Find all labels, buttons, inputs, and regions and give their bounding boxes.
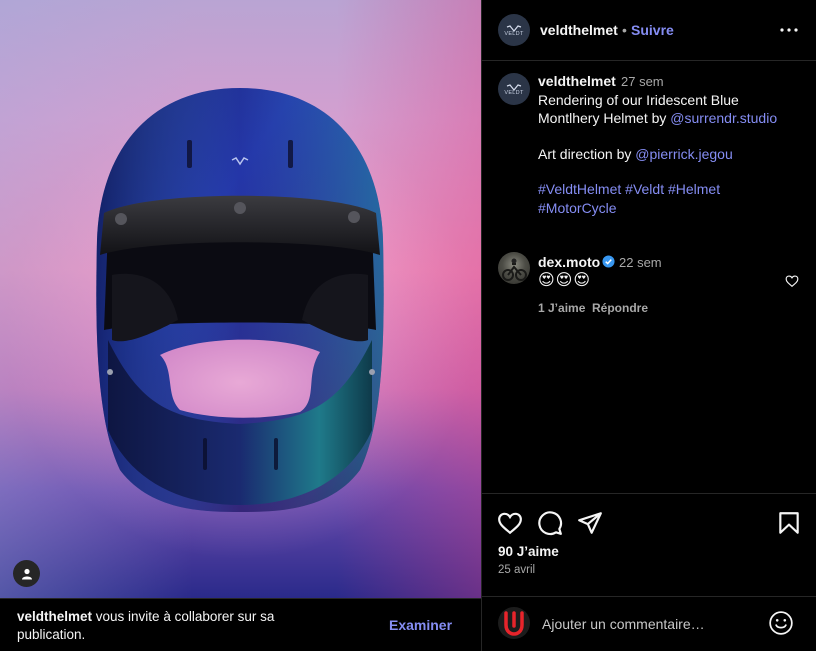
- author-username[interactable]: veldthelmet: [540, 22, 618, 38]
- hashtag-line-2[interactable]: #MotorCycle: [538, 200, 617, 216]
- helmet-image: [96, 88, 384, 512]
- sticker-button[interactable]: [498, 607, 530, 639]
- more-icon: [780, 28, 798, 32]
- comment-time[interactable]: 22 sem: [619, 255, 662, 270]
- comment-likes[interactable]: 1 J’aime: [538, 301, 585, 315]
- add-comment-bar: [482, 596, 816, 651]
- follow-separator: •: [622, 22, 627, 38]
- heart-icon[interactable]: [497, 510, 523, 536]
- sticker-icon: [504, 611, 524, 636]
- hashtag-line-1[interactable]: #VeldtHelmet #Veldt #Helmet: [538, 181, 720, 197]
- collab-invite-banner: veldthelmet vous invite à collaborer sur…: [0, 598, 481, 651]
- review-button[interactable]: Examiner: [389, 617, 452, 633]
- comment-heart-icon[interactable]: [785, 274, 799, 288]
- follow-button[interactable]: Suivre: [631, 22, 674, 38]
- motorcycle-photo-icon: [502, 258, 527, 281]
- commenter-avatar[interactable]: [498, 252, 530, 284]
- verified-badge-icon: [602, 255, 615, 268]
- comment-text: 😍😍😍: [538, 272, 592, 289]
- caption-author-avatar[interactable]: VELDT: [498, 73, 530, 105]
- comment-icon[interactable]: [537, 510, 563, 536]
- caption-line-3-text: Art direction by: [538, 146, 636, 162]
- bookmark-icon[interactable]: [776, 510, 802, 536]
- commenter-username[interactable]: dex.moto: [538, 254, 600, 270]
- avatar-logo-text: VELDT: [504, 89, 524, 96]
- smiley-icon[interactable]: [768, 610, 794, 636]
- post-date[interactable]: 25 avril: [498, 564, 535, 576]
- caption-line-2-text: Montlhery Helmet by: [538, 110, 671, 126]
- post-header: VELDT veldthelmet • Suivre: [482, 0, 816, 61]
- likes-count[interactable]: 90 J’aime: [498, 544, 559, 559]
- comment-item: dex.moto 22 sem 😍😍😍 1 J’aime Répondre: [482, 250, 816, 320]
- mention-link-pierrick[interactable]: @pierrick.jegou: [635, 146, 732, 162]
- share-icon[interactable]: [577, 510, 603, 536]
- post-media[interactable]: [0, 0, 481, 598]
- comment-input[interactable]: [542, 614, 762, 634]
- post-sidebar: VELDT veldthelmet • Suivre VELDT veldthe…: [481, 0, 816, 651]
- caption-username[interactable]: veldthelmet: [538, 73, 616, 89]
- caption-line-3: Art direction by @pierrick.jegou: [538, 146, 733, 162]
- caption-line-1: Rendering of our Iridescent Blue: [538, 92, 739, 108]
- reply-button[interactable]: Répondre: [592, 301, 648, 315]
- action-bar: 90 J’aime 25 avril: [482, 493, 816, 595]
- avatar-logo-text: VELDT: [504, 30, 524, 37]
- collab-invite-text: veldthelmet vous invite à collaborer sur…: [17, 608, 337, 644]
- mention-link-surrendr[interactable]: @surrendr.studio: [670, 110, 777, 126]
- author-avatar[interactable]: VELDT: [498, 14, 530, 46]
- caption-time[interactable]: 27 sem: [621, 74, 664, 89]
- caption-line-2: Montlhery Helmet by @surrendr.studio: [538, 110, 777, 126]
- user-tag-icon: [21, 568, 32, 579]
- collab-username[interactable]: veldthelmet: [17, 609, 92, 624]
- more-options-button[interactable]: [779, 20, 799, 40]
- user-tag-button[interactable]: [13, 560, 40, 587]
